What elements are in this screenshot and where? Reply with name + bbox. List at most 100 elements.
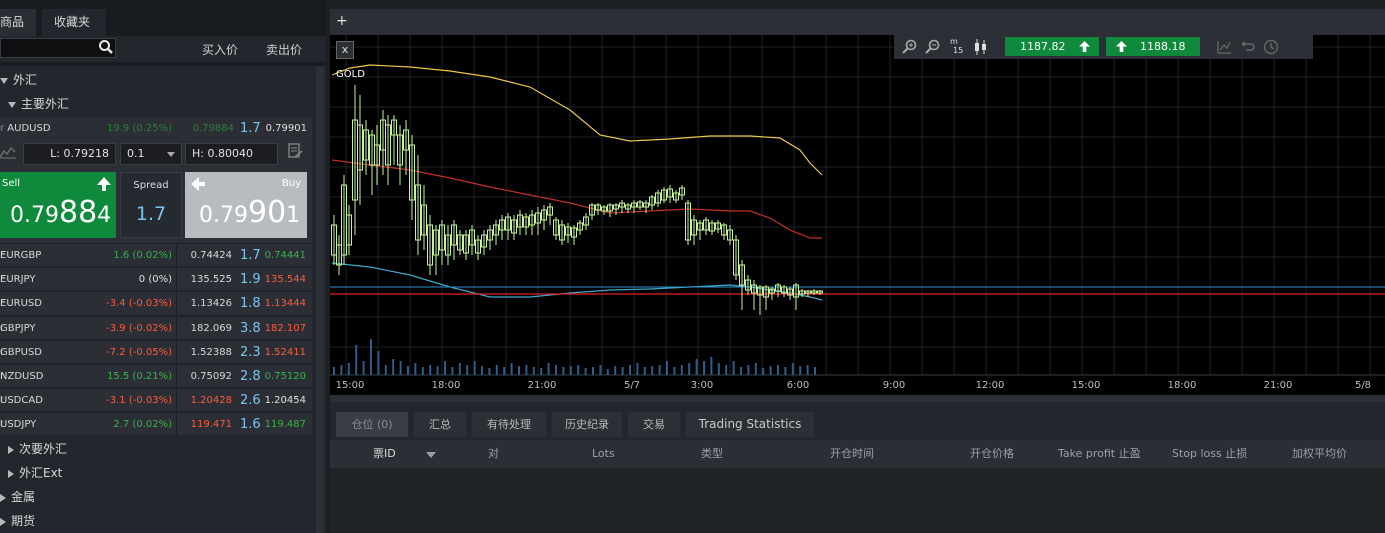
trade-ticket: L: 0.79218 0.1 H: 0.80040 Sell 0.79884 S… xyxy=(0,140,312,244)
column-take-profit[interactable]: Take profit 止盈 xyxy=(1058,440,1141,468)
list-item-usdjpy[interactable]: r USDJPY 2.7 (0.02%) 119.471 1.6 119.487 xyxy=(0,412,312,436)
spread-big-value: 1.7 xyxy=(135,203,167,225)
column-type[interactable]: 类型 xyxy=(701,440,723,468)
list-item-gbpjpy[interactable]: r GBPJPY -3.9 (-0.02%) 182.069 3.8 182.107 xyxy=(0,316,312,340)
buy-price: 0.79901 xyxy=(199,195,301,230)
ask-value: 0.74441 xyxy=(264,250,306,261)
list-item-nzdusd[interactable]: r NZDUSD 15.5 (0.21%) 0.75092 2.8 0.75120 xyxy=(0,364,312,388)
ask-value: 119.487 xyxy=(264,419,306,430)
x-tick-label: 21:00 xyxy=(1264,380,1293,391)
candlestick-icon[interactable] xyxy=(973,38,989,56)
group-futures[interactable]: 期货 xyxy=(0,510,35,532)
list-item-eurgbp[interactable]: r EURGBP 1.6 (0.02%) 0.74424 1.7 0.74441 xyxy=(0,243,312,267)
column-weighted-avg[interactable]: 加权平均价 xyxy=(1292,440,1347,468)
buy-button[interactable]: Buy 0.79901 xyxy=(185,172,307,238)
expand-icon xyxy=(0,517,6,526)
order-ticket-icon[interactable] xyxy=(287,143,303,159)
sort-desc-icon[interactable] xyxy=(426,452,436,458)
tab-trades[interactable]: 交易 xyxy=(628,412,680,437)
column-lots[interactable]: Lots xyxy=(592,440,615,468)
chart-buy-button[interactable]: 1188.18 xyxy=(1106,37,1200,56)
tab-pending[interactable]: 有待处理 xyxy=(472,412,546,437)
chart-canvas: 15:00 18:00 21:00 5/7 3:00 6:00 9:00 12:00 15:00… xyxy=(330,35,1385,391)
bid-value: 1.52388 xyxy=(190,347,232,358)
chart-toolbar: m 15 1187.82 1188.18 xyxy=(894,35,1313,59)
bid-column-header[interactable]: 买入价 xyxy=(202,41,238,58)
group-metals[interactable]: 金属 xyxy=(0,486,35,508)
symbol-label: r AUDUSD xyxy=(0,123,51,134)
change-value: -3.9 (-0.02%) xyxy=(106,323,172,334)
expand-icon xyxy=(8,469,14,478)
column-open-time[interactable]: 开仓时间 xyxy=(830,440,874,468)
bid-value: 0.74424 xyxy=(190,250,232,261)
x-tick-label: 3:00 xyxy=(691,380,713,391)
column-pair[interactable]: 对 xyxy=(488,440,499,468)
chart-sell-button[interactable]: 1187.82 xyxy=(1005,37,1099,56)
mini-chart-icon[interactable] xyxy=(0,145,16,159)
ask-value: 0.75120 xyxy=(264,371,306,382)
list-item-eurusd[interactable]: r EURUSD -3.4 (-0.03%) 1.13426 1.8 1.13444 xyxy=(0,291,312,315)
bid-value: 1.20428 xyxy=(190,395,232,406)
spread-value: 1.6 xyxy=(240,417,261,432)
tab-favorites[interactable]: 收藏夹 xyxy=(42,9,106,36)
list-item-audusd[interactable]: r AUDUSD 19.9 (0.25%) 0.79884 1.7 0.7990… xyxy=(0,118,312,140)
group-minor-forex[interactable]: 次要外汇 xyxy=(8,438,67,460)
tab-instruments[interactable]: 商品 xyxy=(0,9,37,36)
spread-value: 2.8 xyxy=(240,369,261,384)
instrument-panel: 商品 收藏夹 买入价 卖出价 外汇 主要外汇 r AUDUSD 19.9 (0.… xyxy=(0,0,326,533)
clock-icon[interactable] xyxy=(1263,39,1279,55)
group-forex-ext[interactable]: 外汇Ext xyxy=(8,462,62,484)
spread-box: Spread 1.7 xyxy=(120,172,182,238)
chevron-down-icon xyxy=(167,152,175,157)
change-value: -3.1 (-0.03%) xyxy=(106,395,172,406)
spread-value: 2.6 xyxy=(240,393,261,408)
group-major-forex[interactable]: 主要外汇 xyxy=(8,93,69,115)
low-price-field: L: 0.79218 xyxy=(23,143,116,165)
add-chart-button[interactable]: + xyxy=(336,13,348,29)
column-ticket-id[interactable]: 票ID xyxy=(373,440,396,468)
column-open-price[interactable]: 开仓价格 xyxy=(970,440,1014,468)
list-item-gbpusd[interactable]: r GBPUSD -7.2 (-0.05%) 1.52388 2.3 1.52411 xyxy=(0,340,312,364)
left-scrollbar[interactable] xyxy=(316,66,324,533)
arrow-up-icon xyxy=(1116,41,1127,52)
positions-table-body xyxy=(330,468,1385,533)
x-tick-label: 18:00 xyxy=(432,380,461,391)
quantity-select[interactable]: 0.1 xyxy=(120,143,182,165)
zoom-out-icon[interactable] xyxy=(925,39,941,55)
chart-splitter[interactable] xyxy=(330,395,1385,402)
arrow-up-icon xyxy=(97,177,111,191)
sell-button[interactable]: Sell 0.79884 xyxy=(0,172,116,238)
tab-positions[interactable]: 仓位 (0) xyxy=(336,412,408,437)
collapse-icon xyxy=(0,77,8,84)
undo-icon[interactable] xyxy=(1240,39,1256,55)
x-tick-label: 12:00 xyxy=(976,380,1005,391)
indicator-icon[interactable] xyxy=(1216,39,1232,55)
zoom-in-icon[interactable] xyxy=(902,39,918,55)
tab-history[interactable]: 历史纪录 xyxy=(552,412,622,437)
close-chart-button[interactable]: x xyxy=(336,41,354,59)
spread-value: 1.9 xyxy=(240,272,261,287)
group-forex[interactable]: 外汇 xyxy=(0,69,37,91)
tab-trading-statistics[interactable]: Trading Statistics xyxy=(686,412,814,437)
bid-value: 0.79884 xyxy=(192,123,234,134)
ask-column-header[interactable]: 卖出价 xyxy=(266,41,302,58)
column-stop-loss[interactable]: Stop loss 止损 xyxy=(1172,440,1247,468)
list-item-usdcad[interactable]: r USDCAD -3.1 (-0.03%) 1.20428 2.6 1.20454 xyxy=(0,388,312,412)
price-chart[interactable]: 15:00 18:00 21:00 5/7 3:00 6:00 9:00 12:00 15:00… xyxy=(330,35,1385,395)
bid-value: 182.069 xyxy=(190,323,232,334)
ask-value: 182.107 xyxy=(264,323,306,334)
bid-value: 1.13426 xyxy=(190,298,232,309)
high-price-field: H: 0.80040 xyxy=(185,143,278,165)
x-tick-label: 21:00 xyxy=(528,380,557,391)
x-tick-label: 5/7 xyxy=(624,380,640,391)
positions-table-header: 票ID 对 Lots 类型 开仓时间 开仓价格 Take profit 止盈 S… xyxy=(330,440,1385,468)
tab-summary[interactable]: 汇总 xyxy=(414,412,466,437)
timeframe-button[interactable]: m 15 xyxy=(950,37,963,55)
search-input[interactable] xyxy=(0,38,116,58)
x-tick-label: 5/8 xyxy=(1355,380,1371,391)
collapse-icon xyxy=(8,101,16,108)
change-value: -7.2 (-0.05%) xyxy=(106,347,172,358)
positions-panel: 仓位 (0) 汇总 有待处理 历史纪录 交易 Trading Statistic… xyxy=(330,402,1385,533)
list-item-eurjpy[interactable]: r EURJPY 0 (0%) 135.525 1.9 135.544 xyxy=(0,267,312,291)
search-icon[interactable] xyxy=(98,39,114,55)
